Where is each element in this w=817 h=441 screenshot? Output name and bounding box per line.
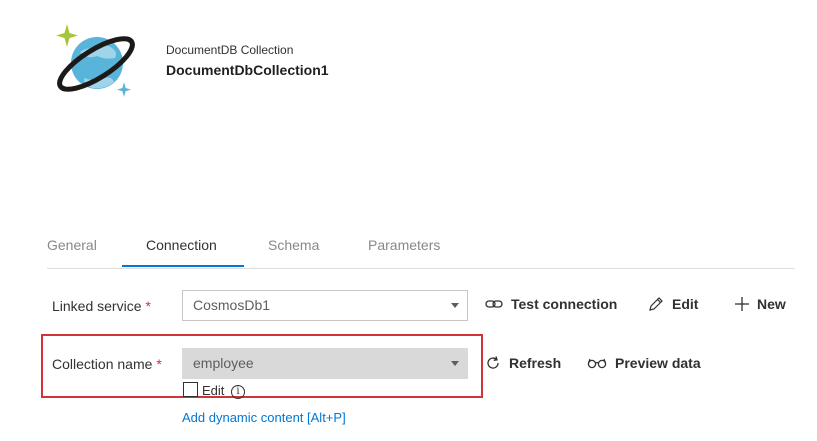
- tab-general[interactable]: General: [47, 236, 97, 267]
- info-icon[interactable]: i: [231, 385, 245, 399]
- collection-name-label-text: Collection name: [52, 356, 153, 372]
- chevron-down-icon: [451, 303, 459, 308]
- linked-service-value: CosmosDb1: [193, 297, 271, 313]
- test-connection-label: Test connection: [511, 296, 618, 312]
- required-mark: *: [156, 356, 162, 372]
- edit-collection-label: Edit: [202, 383, 225, 398]
- refresh-button[interactable]: Refresh: [485, 355, 561, 371]
- linked-service-label-text: Linked service: [52, 298, 142, 314]
- collection-name-label: Collection name *: [52, 356, 162, 372]
- edit-collection-checkbox[interactable]: [183, 382, 198, 397]
- tab-schema[interactable]: Schema: [268, 236, 319, 267]
- link-icon: [485, 297, 503, 311]
- tab-bar: General Connection Schema Parameters: [47, 236, 795, 269]
- cosmos-db-logo-icon: [50, 20, 140, 102]
- test-connection-button[interactable]: Test connection: [485, 296, 617, 312]
- chevron-down-icon: [451, 361, 459, 366]
- add-dynamic-content-link[interactable]: Add dynamic content [Alt+P]: [182, 410, 346, 425]
- new-label: New: [757, 296, 786, 312]
- preview-data-button[interactable]: Preview data: [587, 355, 701, 371]
- edit-linked-service-button[interactable]: Edit: [648, 296, 698, 312]
- tab-parameters[interactable]: Parameters: [368, 236, 440, 267]
- required-mark: *: [145, 298, 151, 314]
- dataset-title: DocumentDbCollection1: [166, 62, 329, 78]
- plus-icon: [735, 297, 749, 311]
- linked-service-select[interactable]: CosmosDb1: [182, 290, 468, 321]
- pencil-icon: [648, 296, 664, 312]
- linked-service-label: Linked service *: [52, 298, 151, 314]
- tab-connection[interactable]: Connection: [146, 236, 217, 267]
- refresh-label: Refresh: [509, 355, 562, 371]
- collection-name-value: employee: [193, 355, 254, 371]
- new-linked-service-button[interactable]: New: [735, 296, 786, 312]
- dataset-type-label: DocumentDB Collection: [166, 43, 294, 57]
- refresh-icon: [485, 355, 501, 371]
- collection-name-select[interactable]: employee: [182, 348, 468, 379]
- active-tab-indicator: [122, 265, 244, 267]
- edit-label: Edit: [672, 296, 699, 312]
- glasses-icon: [587, 357, 607, 369]
- preview-data-label: Preview data: [615, 355, 701, 371]
